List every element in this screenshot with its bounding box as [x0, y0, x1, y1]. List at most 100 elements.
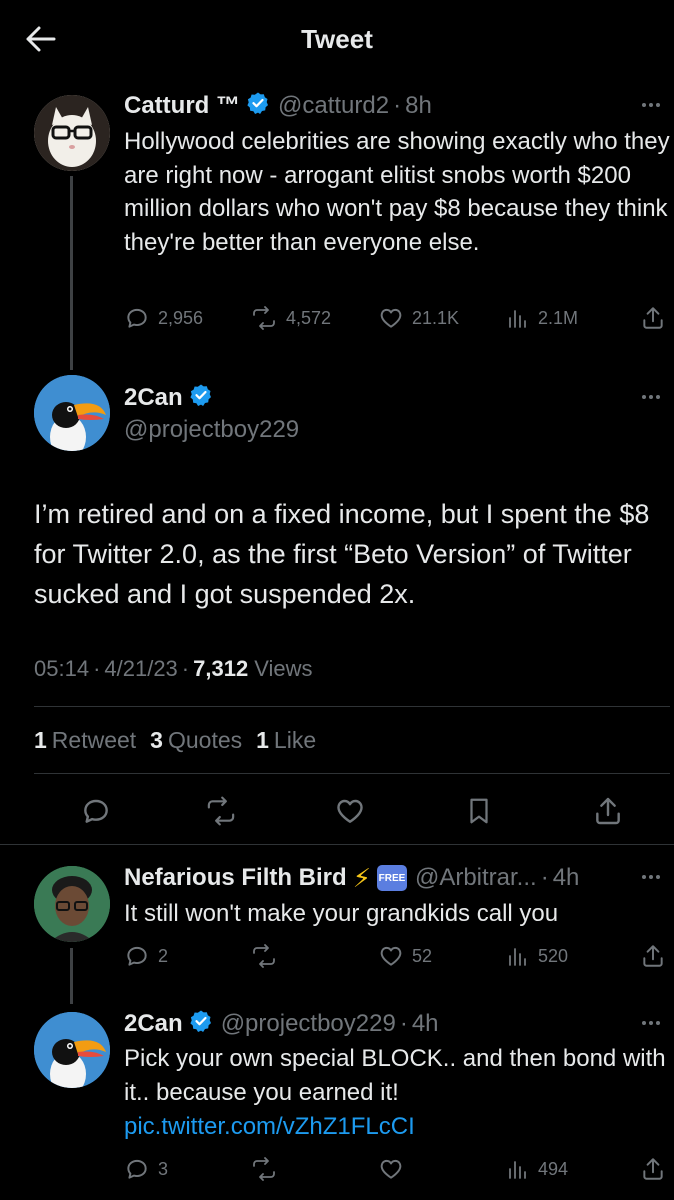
heart-icon: [380, 946, 402, 966]
like-button[interactable]: [378, 1156, 404, 1182]
views-count: 494: [538, 1158, 569, 1179]
likes-stat-count: 1: [256, 727, 269, 753]
views-button[interactable]: 2.1M: [506, 305, 578, 331]
views-chart-icon: [509, 310, 526, 328]
views-button[interactable]: 494: [506, 1156, 568, 1182]
author-handle[interactable]: @projectboy229: [221, 1010, 396, 1038]
retweet-icon: [207, 796, 235, 826]
reply-icon: [84, 799, 108, 823]
reply-icon: [127, 1159, 147, 1179]
views-chart-icon: [509, 948, 526, 966]
reply-count: 3: [158, 1158, 169, 1179]
author-name[interactable]: 2Can: [124, 1010, 183, 1038]
retweet-button[interactable]: [250, 1156, 278, 1182]
reply-text: Pick your own special BLOCK.. and then b…: [124, 1045, 666, 1106]
retweets-stat[interactable]: 1 Retweet: [34, 727, 136, 754]
more-options-icon[interactable]: [642, 875, 660, 879]
avatar-nefarious[interactable]: [34, 866, 110, 942]
tweet-time[interactable]: 4h: [553, 864, 580, 892]
tweet-time[interactable]: 8h: [405, 92, 432, 120]
bookmark-icon: [470, 798, 488, 824]
views-count: 520: [538, 945, 569, 966]
heart-icon: [380, 308, 402, 328]
share-icon: [596, 797, 620, 825]
author-handle[interactable]: @catturd2: [278, 92, 389, 120]
reply-count: 2,956: [158, 307, 204, 328]
share-button[interactable]: [640, 1156, 666, 1182]
likes-stat-label: Like: [273, 727, 317, 753]
like-count: 52: [412, 945, 433, 966]
share-button[interactable]: [640, 943, 666, 969]
quotes-stat-label: Quotes: [167, 727, 243, 753]
quotes-stat-count: 3: [150, 727, 163, 753]
share-button[interactable]: [592, 795, 624, 827]
separator-dot: ·: [540, 864, 549, 891]
retweet-button[interactable]: [204, 795, 238, 827]
separator-dot: ·: [393, 92, 402, 119]
pic-link[interactable]: pic.twitter.com/vZhZ1FLcCI: [124, 1110, 415, 1144]
divider: [34, 706, 670, 707]
author-handle[interactable]: @Arbitrar...: [415, 864, 537, 892]
engagement-stats: 1 Retweet 3 Quotes 1 Like: [34, 727, 316, 754]
views-chart-icon: [509, 1161, 526, 1179]
reply-button[interactable]: [80, 795, 112, 827]
main-tweet-text: I’m retired and on a fixed income, but I…: [34, 499, 650, 609]
quotes-stat[interactable]: 3 Quotes: [150, 727, 242, 754]
tweet-date[interactable]: 4/21/23: [104, 656, 177, 682]
divider: [0, 844, 674, 845]
heart-icon: [337, 799, 363, 823]
views-count: 7,312: [193, 656, 249, 681]
avatar-2can[interactable]: [34, 375, 110, 451]
share-icon: [643, 945, 663, 967]
page-title: Tweet: [301, 24, 373, 54]
retweets-stat-count: 1: [34, 727, 47, 753]
free-badge-icon: FREE: [376, 865, 407, 891]
heart-icon: [380, 1159, 402, 1179]
tweet1-header: Catturd ™ @catturd2 · 8h: [124, 90, 432, 122]
share-icon: [643, 307, 663, 329]
reply-icon: [127, 946, 147, 966]
author-name[interactable]: Catturd ™: [124, 92, 240, 120]
author-name[interactable]: Nefarious Filth Bird: [124, 864, 347, 892]
reply-text: It still won't make your grandkids call …: [124, 900, 559, 927]
author-handle[interactable]: @projectboy229: [124, 416, 299, 444]
reply-button[interactable]: 3: [124, 1156, 168, 1182]
like-button[interactable]: 52: [378, 943, 432, 969]
more-options-icon[interactable]: [642, 1021, 660, 1025]
like-button[interactable]: [334, 795, 366, 827]
retweet-button[interactable]: 4,572: [250, 305, 331, 331]
like-button[interactable]: 21.1K: [378, 305, 459, 331]
reply-count: 2: [158, 945, 169, 966]
separator-dot: ·: [93, 656, 101, 681]
verified-badge-icon: [189, 1009, 213, 1040]
more-options-icon[interactable]: [642, 103, 660, 107]
thread-line: [70, 176, 73, 370]
toucan-avatar-image: [34, 375, 110, 451]
avatar-2can[interactable]: [34, 1012, 110, 1088]
bookmark-button[interactable]: [464, 795, 494, 827]
separator-dot: ·: [399, 1010, 408, 1037]
lightning-emoji-icon: ⚡: [352, 862, 371, 893]
divider: [34, 773, 670, 774]
tweet-time[interactable]: 05:14: [34, 656, 89, 682]
separator-dot: ·: [181, 656, 190, 681]
reply-button[interactable]: 2,956: [124, 305, 203, 331]
toucan-avatar-image: [34, 1012, 110, 1088]
views-count: 2.1M: [538, 307, 579, 328]
retweet-icon: [253, 944, 275, 968]
tweet-time[interactable]: 4h: [412, 1010, 439, 1038]
share-icon: [643, 1158, 663, 1180]
views-button[interactable]: 520: [506, 943, 568, 969]
top-bar: Tweet: [0, 0, 674, 76]
retweet-icon: [253, 1157, 275, 1181]
share-button[interactable]: [640, 305, 666, 331]
more-options-icon[interactable]: [642, 395, 660, 399]
author-name[interactable]: 2Can: [124, 384, 183, 412]
reply-button[interactable]: 2: [124, 943, 168, 969]
retweet-count: 4,572: [286, 307, 332, 328]
likes-stat[interactable]: 1 Like: [256, 727, 316, 754]
avatar-catturd[interactable]: [34, 95, 110, 171]
tweet-meta: 05:14 · 4/21/23 · 7,312 Views: [34, 656, 312, 682]
like-count: 21.1K: [412, 307, 460, 328]
retweet-button[interactable]: [250, 943, 278, 969]
